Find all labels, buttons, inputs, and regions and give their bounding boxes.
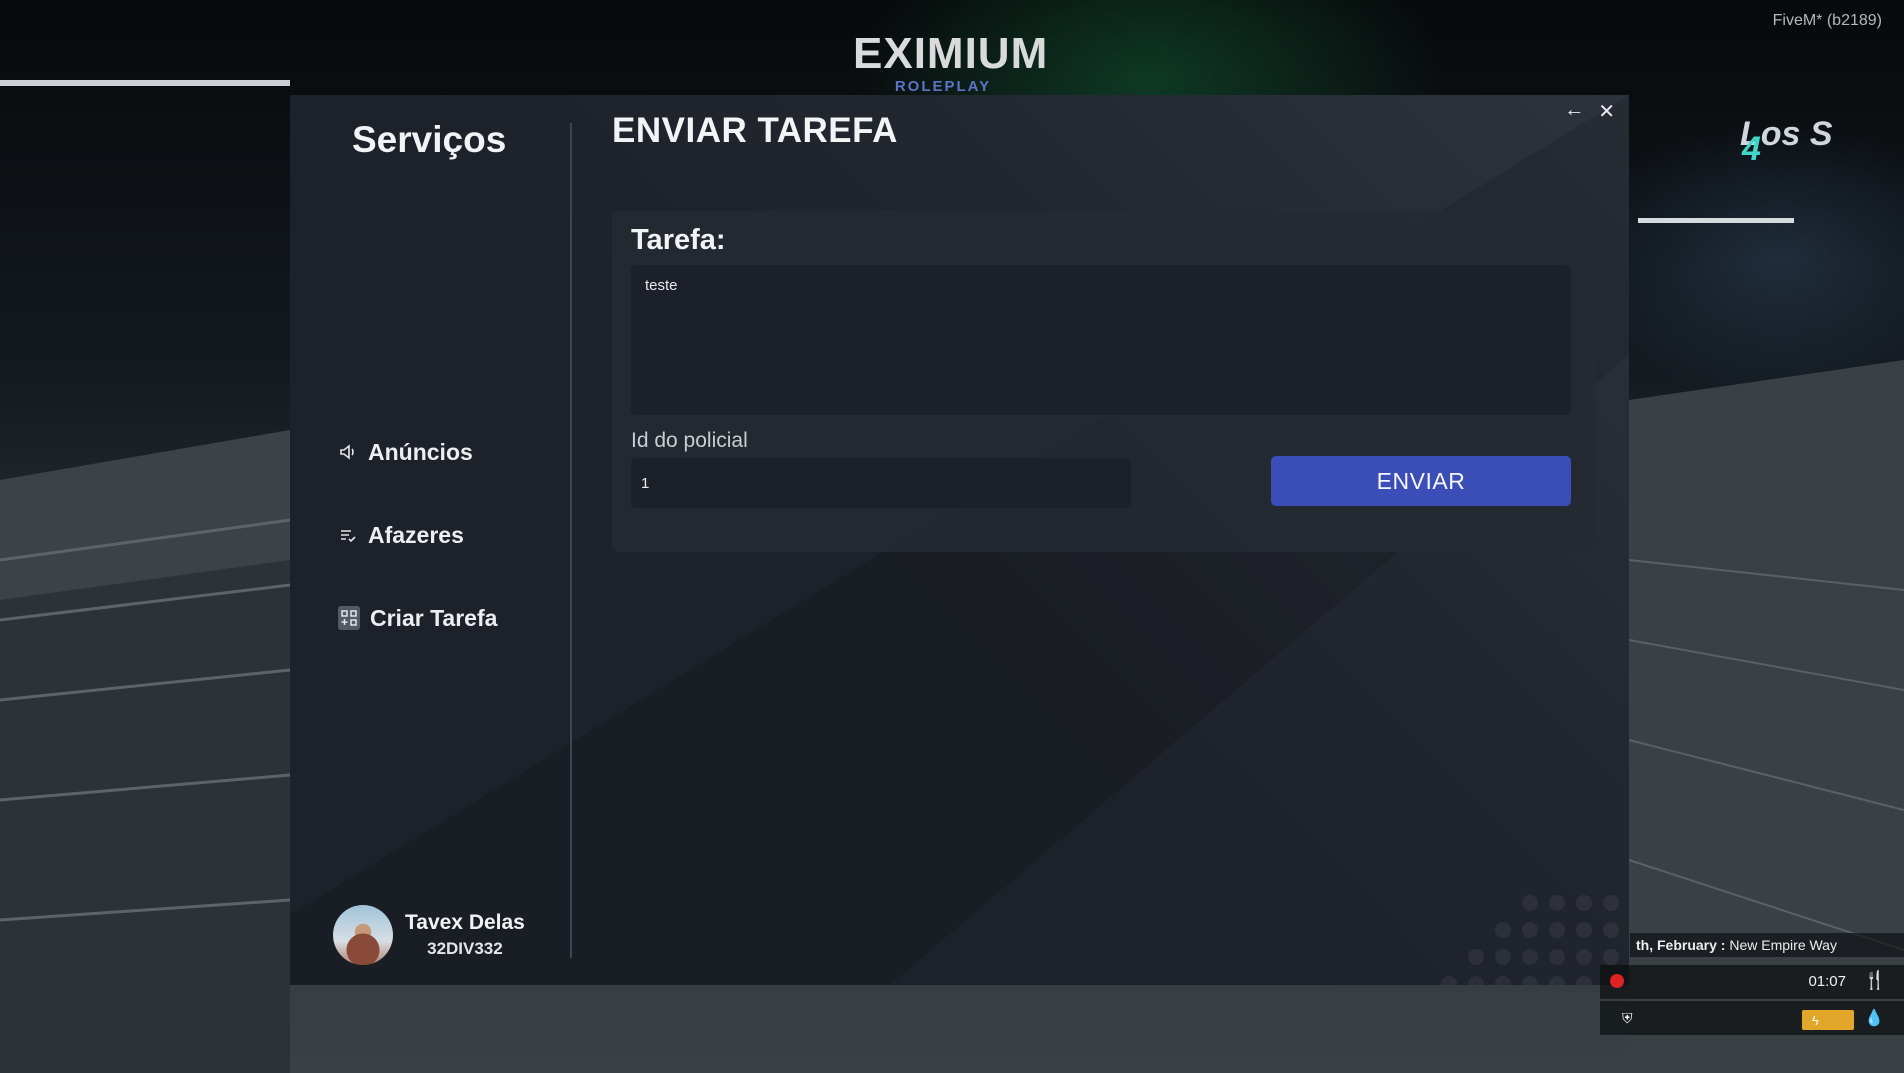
page-title: ENVIAR TAREFA — [612, 111, 898, 150]
shield-icon: ⛨ — [1622, 1010, 1633, 1026]
checklist-icon — [338, 525, 358, 545]
hud-row-needs — [1600, 1001, 1904, 1035]
task-textarea[interactable]: teste — [631, 265, 1571, 415]
nav-label: Anúncios — [368, 438, 473, 465]
hud-date: th, February — [1636, 937, 1717, 953]
lightning-icon: ϟ — [1812, 1012, 1819, 1028]
hud-location-bar: th, February : New Empire Way — [1630, 933, 1904, 957]
nav-item-afazeres[interactable]: Afazeres — [338, 520, 468, 550]
nav-item-anuncios[interactable]: Anúncios — [338, 437, 477, 467]
speaker-icon — [338, 442, 358, 462]
client-version-label: FiveM* (b2189) — [1772, 12, 1882, 29]
nav-label: Afazeres — [368, 521, 464, 548]
send-button[interactable]: ENVIAR — [1271, 456, 1571, 506]
window-controls: ← ✕ — [1564, 99, 1615, 124]
services-panel: Serviços Anúncios Afazeres Criar Tarefa — [290, 95, 1629, 985]
user-profile: Tavex Delas 32DIV332 — [333, 905, 525, 965]
fork-knife-icon: 🍴 — [1863, 970, 1886, 990]
user-id: 32DIV332 — [427, 939, 503, 958]
game-hud: th, February : New Empire Way 01:07 🍴 ⛨ … — [1600, 930, 1904, 1073]
hud-row-status — [1600, 965, 1904, 999]
sidebar-divider — [570, 123, 572, 958]
close-icon[interactable]: ✕ — [1598, 99, 1615, 124]
hud-location: New Empire Way — [1729, 937, 1837, 953]
task-form-card: Tarefa: teste Id do policial 1 ENVIAR — [612, 211, 1596, 552]
sidebar-title: Serviços — [352, 119, 507, 160]
logo-sub-text: ROLEPLAY — [894, 78, 992, 95]
task-label: Tarefa: — [631, 224, 726, 256]
avatar — [333, 905, 393, 965]
back-arrow-icon[interactable]: ← — [1564, 99, 1584, 124]
hud-separator: : — [1720, 937, 1726, 953]
energy-bar: ϟ — [1802, 1010, 1854, 1030]
officer-id-label: Id do policial — [631, 429, 748, 452]
logo-main-text: EXIMIUM — [853, 29, 1049, 78]
nav-item-criar-tarefa[interactable]: Criar Tarefa — [338, 603, 501, 633]
svg-text:4: 4 — [1741, 130, 1761, 168]
grid-add-icon — [338, 606, 360, 630]
officer-id-input[interactable]: 1 — [631, 458, 1131, 508]
user-name: Tavex Delas — [405, 911, 525, 934]
nav-label: Criar Tarefa — [370, 604, 498, 631]
water-drop-icon: 💧 — [1864, 1010, 1884, 1027]
hud-health-indicator — [1610, 974, 1624, 988]
server-logo: EXIMIUM ROLEPLAY — [853, 29, 1049, 96]
hud-time: 01:07 — [1808, 973, 1846, 990]
